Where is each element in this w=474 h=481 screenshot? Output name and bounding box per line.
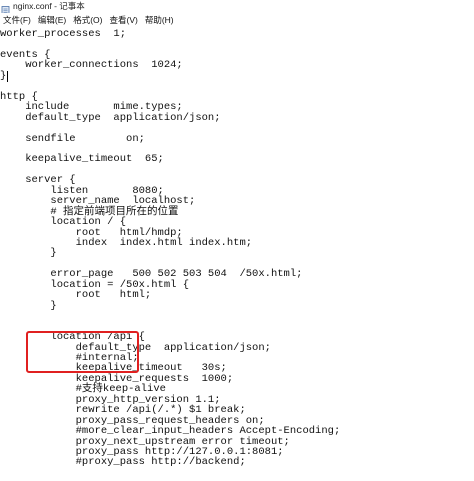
menu-edit[interactable]: 编辑(E) bbox=[34, 13, 69, 27]
menu-bar: 文件(F) 编辑(E) 格式(O) 查看(V) 帮助(H) bbox=[0, 13, 474, 27]
menu-view[interactable]: 查看(V) bbox=[105, 13, 140, 27]
editor-line: default_type application/json; bbox=[0, 111, 221, 124]
notepad-icon bbox=[1, 2, 10, 15]
text-editor-area[interactable]: worker_processes 1; events { worker_conne… bbox=[0, 28, 474, 481]
menu-help[interactable]: 帮助(H) bbox=[141, 13, 177, 27]
menu-format[interactable]: 格式(O) bbox=[69, 13, 105, 27]
editor-line: } bbox=[0, 299, 57, 312]
editor-line: #proxy_pass http://backend; bbox=[0, 456, 246, 469]
window-title: nginx.conf - 记事本 bbox=[13, 1, 85, 11]
editor-line: worker_connections 1024; bbox=[0, 59, 183, 72]
annotation-highlight-box bbox=[26, 331, 139, 373]
text-caret bbox=[7, 70, 8, 82]
title-bar: nginx.conf - 记事本 bbox=[0, 0, 474, 15]
editor-line: sendfile on; bbox=[0, 132, 145, 145]
editor-line: worker_processes 1; bbox=[0, 28, 127, 40]
editor-line: } bbox=[0, 247, 57, 260]
menu-file[interactable]: 文件(F) bbox=[0, 13, 34, 27]
editor-line: keepalive_timeout 65; bbox=[0, 153, 164, 166]
editor-line: } bbox=[0, 69, 7, 82]
